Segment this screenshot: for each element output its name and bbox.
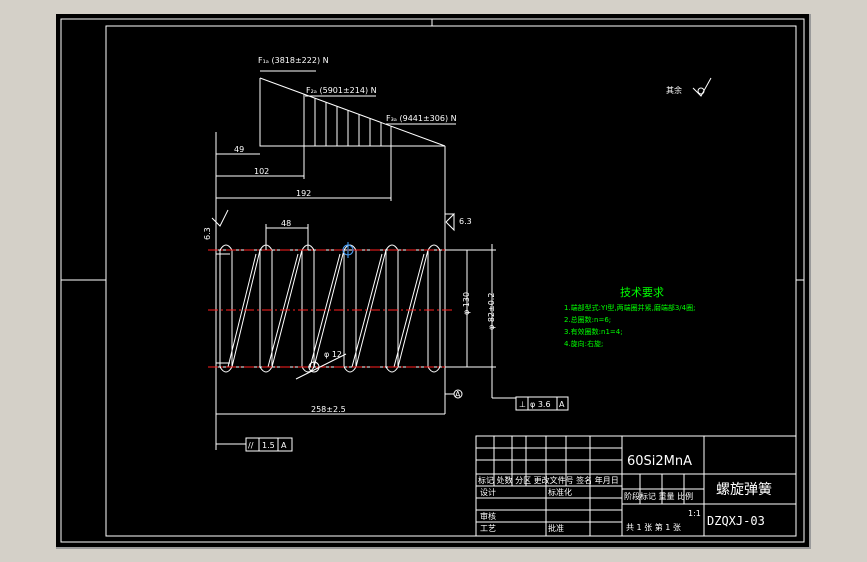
spring-outline [215, 249, 446, 414]
drawing-canvas[interactable]: F₁ₐ (3818±222) N F₂ₐ (5901±214) N F₃ₐ (9… [56, 14, 809, 547]
tb-sheets: 共 1 张 第 1 张 [626, 522, 681, 532]
dim-49: 49 [234, 145, 244, 154]
drawing-code: DZQXJ-03 [707, 514, 765, 528]
dim-102: 102 [254, 167, 269, 176]
dim-id: φ 82±0.2 [487, 293, 496, 330]
dim-192: 192 [296, 189, 311, 198]
tb-review: 审核 [480, 511, 496, 521]
load-diagram [259, 70, 456, 147]
other-roughness-icon [692, 77, 712, 97]
dim-phi12: φ 12 [324, 350, 342, 359]
load-label-3: F₃ₐ (9441±306) N [386, 114, 457, 123]
datum-label: A [455, 390, 461, 399]
tb-design: 设计 [480, 487, 496, 497]
tb-approve: 批准 [548, 523, 564, 533]
load-label-2: F₂ₐ (5901±214) N [306, 86, 377, 95]
tb-process: 工艺 [480, 524, 496, 533]
parallel-symbol: // [248, 441, 254, 450]
diameter-dims [445, 244, 516, 399]
roughness-left-value: 6.3 [203, 227, 212, 240]
note-line-2: 2.总圈数:n=6; [564, 315, 611, 324]
drawing-name: 螺旋弹簧 [716, 482, 772, 498]
note-line-3: 3.有效圈数:n1=4; [564, 327, 623, 336]
top-dimensions [215, 132, 446, 414]
note-line-1: 1.端部型式:YI型,两端圈并紧,磨端部3/4圈; [564, 303, 695, 312]
tb-stage-row: 阶段标记 重量 比例 [624, 491, 693, 501]
dim-48: 48 [281, 219, 291, 228]
tb-standard: 标准化 [548, 487, 572, 497]
inner-frame [105, 25, 797, 537]
perp-symbol: ⊥ [519, 400, 526, 409]
tb-header-row: 标记 处数 分区 更改文件号 签名 年月日 [478, 475, 619, 485]
load-label-1: F₁ₐ (3818±222) N [258, 56, 329, 65]
tb-scale: 1:1 [688, 509, 701, 518]
material-label: 60Si2MnA [627, 454, 692, 469]
other-surface-label: 其余 [666, 85, 682, 95]
dim-free-length: 258±2.5 [311, 405, 346, 414]
roughness-right [445, 212, 455, 232]
parallel-ref: A [281, 441, 287, 450]
perp-value: φ 3.6 [530, 400, 551, 409]
roughness-right-value: 6.3 [459, 217, 472, 226]
notes-title: 技术要求 [620, 286, 664, 299]
parallel-value: 1.5 [262, 441, 275, 450]
cad-viewport[interactable]: F₁ₐ (3818±222) N F₂ₐ (5901±214) N F₃ₐ (9… [56, 14, 811, 549]
dim-od: φ 130 [462, 292, 471, 315]
outer-frame [60, 18, 805, 543]
note-line-4: 4.旋向:右旋; [564, 339, 603, 348]
perp-ref: A [559, 400, 565, 409]
